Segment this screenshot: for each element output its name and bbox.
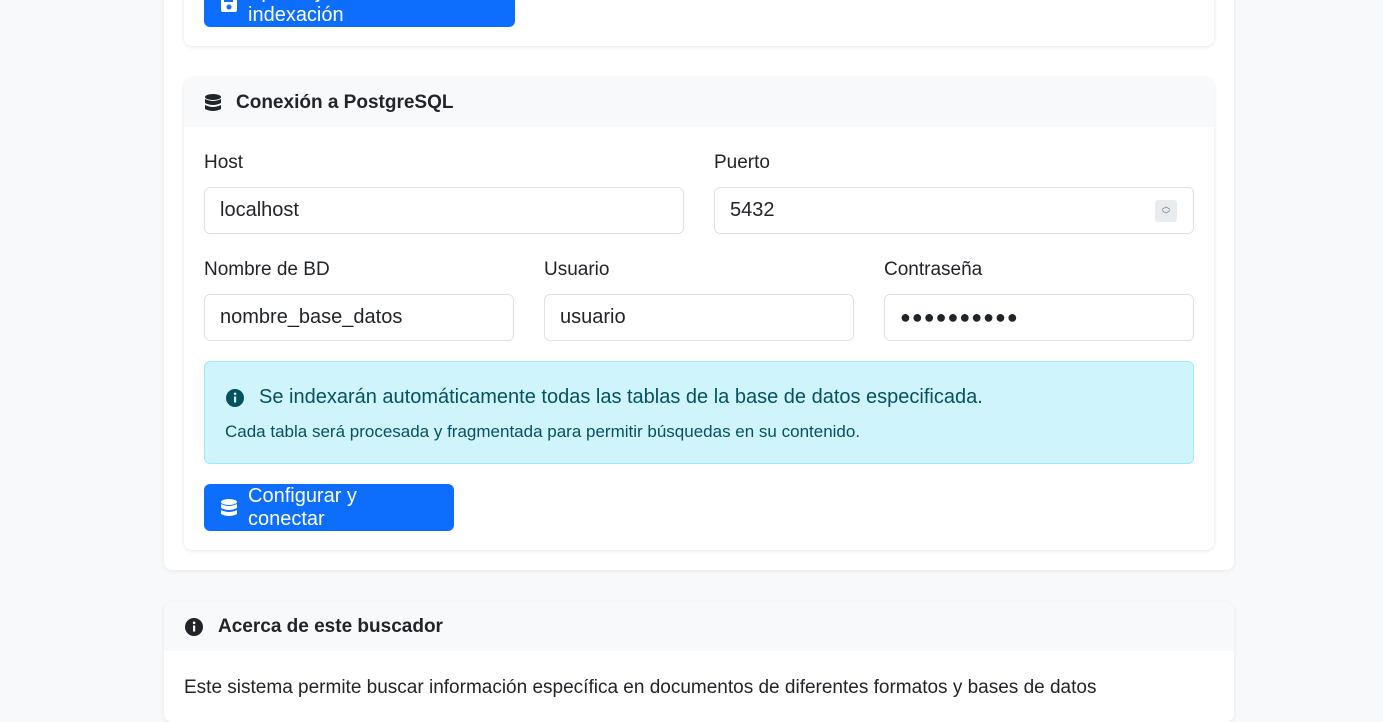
- about-card: Acerca de este buscador Este sistema per…: [164, 602, 1234, 722]
- configure-connect-button[interactable]: Configurar y conectar: [204, 484, 454, 531]
- apply-button-label: Aplicar y reiniciar indexación: [248, 0, 400, 26]
- info-alert-detail: Cada tabla será procesada y fragmentada …: [225, 422, 861, 441]
- info-icon: [184, 617, 204, 637]
- postgres-card-title: Conexión a PostgreSQL: [236, 91, 454, 113]
- host-label: Host: [204, 152, 244, 173]
- dbname-input[interactable]: nombre_base_datos: [204, 294, 514, 341]
- save-icon: [220, 0, 238, 13]
- port-stepper[interactable]: ︿ ﹀: [1155, 200, 1177, 222]
- port-input[interactable]: 5432 ︿ ﹀: [714, 187, 1194, 234]
- port-label: Puerto: [714, 152, 770, 173]
- user-label: Usuario: [544, 259, 610, 280]
- database-icon: [220, 498, 238, 518]
- password-label: Contraseña: [884, 259, 983, 280]
- dbname-label: Nombre de BD: [204, 259, 330, 280]
- postgres-card-header: Conexión a PostgreSQL: [184, 78, 1214, 127]
- info-alert: Se indexarán automáticamente todas las t…: [204, 361, 1194, 464]
- about-description: Este sistema permite buscar información …: [184, 677, 1097, 698]
- info-icon: [225, 388, 245, 408]
- info-alert-title: Se indexarán automáticamente todas las t…: [259, 386, 983, 408]
- port-value: 5432: [730, 199, 775, 221]
- apply-restart-indexing-button[interactable]: Aplicar y reiniciar indexación: [204, 0, 515, 27]
- about-card-header: Acerca de este buscador: [164, 602, 1234, 651]
- host-input[interactable]: localhost: [204, 187, 684, 234]
- user-input[interactable]: usuario: [544, 294, 854, 341]
- connect-button-label: Configurar y conectar: [248, 484, 357, 530]
- password-input[interactable]: ●●●●●●●●●●: [884, 294, 1194, 341]
- chevron-down-icon[interactable]: ﹀: [1161, 211, 1170, 220]
- about-card-title: Acerca de este buscador: [218, 615, 443, 637]
- database-icon: [204, 93, 222, 113]
